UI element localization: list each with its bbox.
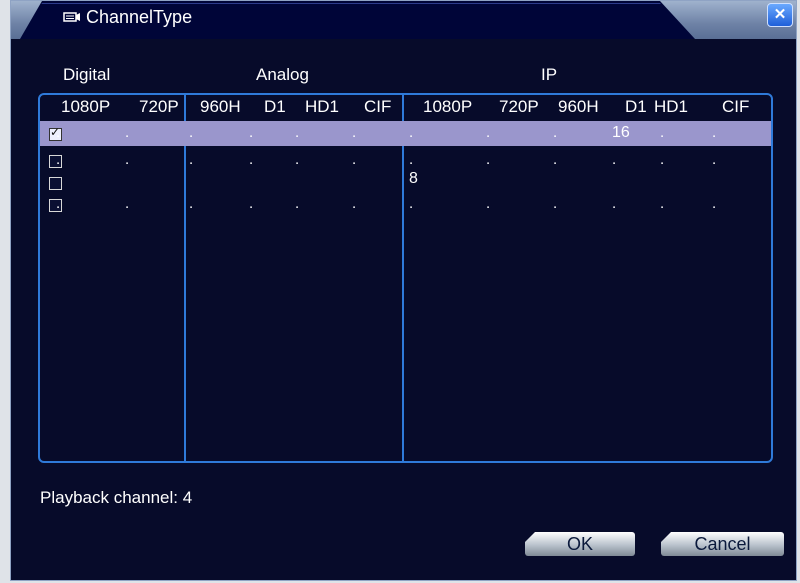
channel-cell: .	[409, 124, 414, 141]
channel-type-dialog: ChannelType ✕ Digital Analog IP 1080P 72…	[10, 0, 797, 581]
channel-cell: .	[125, 124, 130, 141]
channel-row[interactable]: ............	[40, 151, 771, 171]
col-analog-960h: 960H	[200, 97, 241, 116]
channel-cell: .	[612, 151, 617, 168]
channel-cell: .	[486, 195, 491, 212]
channel-cell: .	[486, 151, 491, 168]
dialog-title: ChannelType	[86, 7, 193, 27]
channel-grid	[38, 93, 773, 463]
channel-cell: .	[660, 124, 665, 141]
col-ip-960h: 960H	[558, 97, 599, 116]
channel-cell: .	[409, 195, 414, 212]
digital-analog-divider	[184, 95, 186, 461]
channel-cell: .	[409, 151, 414, 168]
ok-label: OK	[566, 534, 593, 554]
analog-ip-divider	[402, 95, 404, 461]
channel-cell: .	[189, 124, 194, 141]
channel-cell: 8	[409, 170, 418, 187]
channel-cell: .	[352, 195, 357, 212]
ok-button[interactable]: OK	[525, 532, 635, 556]
channel-cell: .	[352, 151, 357, 168]
channel-cell: 16	[612, 124, 630, 141]
col-ip-hd1: HD1	[654, 97, 689, 116]
title-bar[interactable]: ChannelType ✕	[11, 1, 796, 39]
col-ip-cif: CIF	[722, 97, 750, 116]
channel-cell: .	[553, 124, 558, 141]
channel-cell: .	[553, 195, 558, 212]
channel-cell: .	[249, 124, 254, 141]
channel-cell: .	[660, 151, 665, 168]
channel-cell: .	[712, 151, 717, 168]
row-checkbox[interactable]	[49, 177, 62, 190]
col-digital-720p: 720P	[139, 97, 179, 116]
channel-cell: .	[712, 195, 717, 212]
channel-cell: .	[553, 151, 558, 168]
channel-cell: .	[56, 124, 61, 141]
close-button[interactable]: ✕	[767, 3, 793, 27]
cancel-button[interactable]: Cancel	[661, 532, 784, 556]
channel-cell: .	[125, 151, 130, 168]
channel-row[interactable]: ............	[40, 195, 771, 215]
channel-icon	[63, 12, 80, 22]
channel-row[interactable]: ......... 16..	[40, 124, 771, 144]
channel-cell: .	[56, 195, 61, 212]
channel-row[interactable]: 8	[40, 170, 771, 193]
col-analog-hd1: HD1	[305, 97, 340, 116]
cancel-label: Cancel	[694, 534, 751, 554]
col-ip-1080p: 1080P	[423, 97, 473, 116]
channel-cell: .	[295, 124, 300, 141]
channel-cell: .	[189, 151, 194, 168]
group-analog-label: Analog	[256, 65, 309, 84]
group-digital-label: Digital	[63, 65, 111, 84]
col-analog-d1: D1	[264, 97, 286, 116]
col-analog-cif: CIF	[364, 97, 392, 116]
channel-cell: .	[249, 151, 254, 168]
close-icon: ✕	[773, 6, 787, 23]
group-ip-label: IP	[541, 65, 558, 84]
col-ip-720p: 720P	[499, 97, 539, 116]
channel-cell: .	[295, 151, 300, 168]
channel-cell: .	[352, 124, 357, 141]
channel-cell: .	[56, 151, 61, 168]
channel-cell: .	[486, 124, 491, 141]
channel-cell: .	[125, 195, 130, 212]
channel-cell: .	[660, 195, 665, 212]
playback-channel-text: Playback channel: 4	[40, 488, 193, 507]
channel-cell: .	[712, 124, 717, 141]
channel-cell: .	[612, 195, 617, 212]
channel-cell: .	[295, 195, 300, 212]
channel-cell: .	[249, 195, 254, 212]
col-ip-d1: D1	[625, 97, 647, 116]
channel-cell: .	[189, 195, 194, 212]
col-digital-1080p: 1080P	[61, 97, 111, 116]
